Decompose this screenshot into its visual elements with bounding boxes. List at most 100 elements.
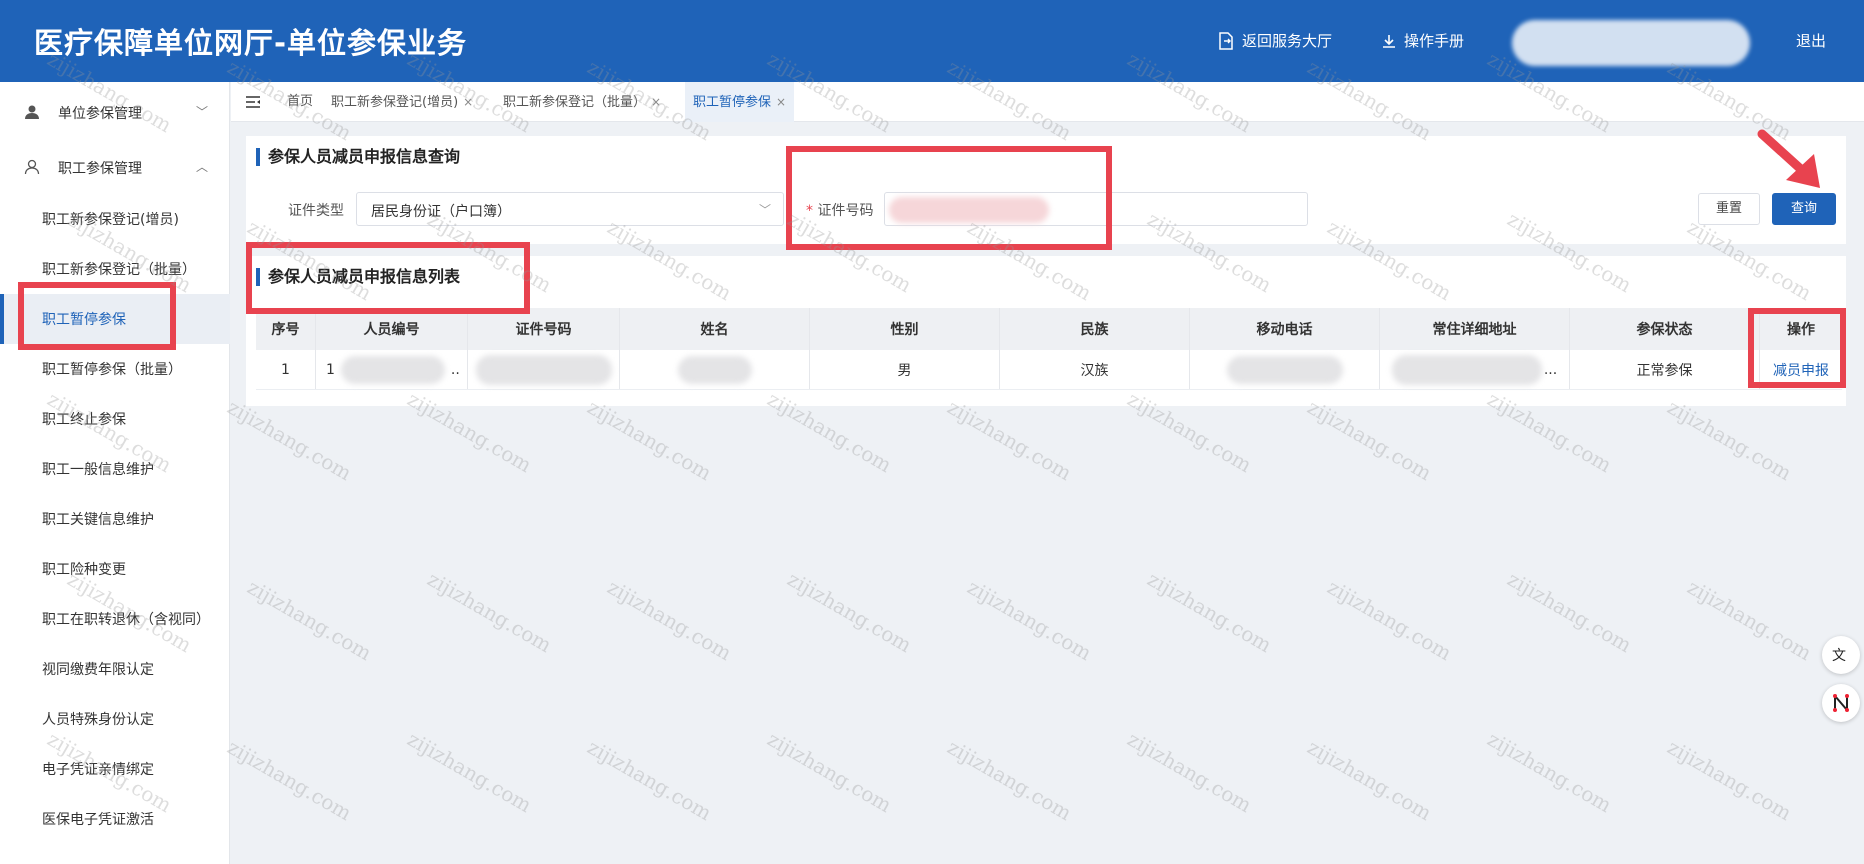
redacted-value: [1226, 355, 1343, 384]
watermark-text: zijizhang.com: [223, 734, 356, 826]
sidebar-item-retire[interactable]: 职工在职转退休（含视同）: [0, 594, 230, 644]
sidebar-item-ecert-activate[interactable]: 医保电子凭证激活: [0, 794, 230, 844]
id-type-label: 证件类型: [288, 203, 344, 219]
tab-new-enroll[interactable]: 职工新参保登记(增员) ×: [331, 82, 473, 122]
chevron-down-icon: ﹀: [196, 105, 209, 119]
id-type-value: 居民身份证（户口簿）: [371, 204, 511, 220]
tab-label: 首页: [287, 94, 314, 109]
col-header: 人员编号: [316, 308, 468, 350]
redacted-value: [1391, 354, 1542, 385]
gender-cell: 男: [810, 350, 1000, 389]
sidebar-item-special-identity[interactable]: 人员特殊身份认定: [0, 694, 230, 744]
redacted-value: [677, 355, 752, 384]
sidebar-group-label: 职工参保管理: [58, 161, 142, 177]
sidebar-item-label: 职工在职转退休（含视同）: [42, 612, 210, 628]
annotation-box-action: [1748, 308, 1846, 388]
redacted-value: [475, 354, 612, 385]
sidebar-item-label: 视同缴费年限认定: [42, 662, 154, 678]
row-index: 1: [256, 350, 316, 389]
address-suffix: ...: [1543, 361, 1558, 378]
search-button[interactable]: 查询: [1772, 193, 1836, 225]
address-cell: ...: [1380, 350, 1570, 389]
sidebar-item-label: 职工终止参保: [42, 412, 126, 428]
assistant-icon[interactable]: [1822, 684, 1860, 722]
col-header: 民族: [1000, 308, 1190, 350]
col-header: 参保状态: [1570, 308, 1760, 350]
ethnicity-cell: 汉族: [1000, 350, 1190, 389]
watermark-text: zijizhang.com: [1663, 734, 1796, 826]
tab-label: 职工新参保登记(增员): [331, 95, 459, 110]
table-header: 序号 人员编号 证件号码 姓名 性别 民族 移动电话 常住详细地址 参保状态 操…: [256, 308, 1842, 350]
sidebar-item-general-info[interactable]: 职工一般信息维护: [0, 444, 230, 494]
col-header: 序号: [256, 308, 316, 350]
sidebar-item-terminate[interactable]: 职工终止参保: [0, 394, 230, 444]
col-header: 姓名: [620, 308, 810, 350]
sidebar-group-unit[interactable]: 单位参保管理 ﹀: [0, 87, 230, 137]
watermark-text: zijizhang.com: [403, 726, 536, 818]
tab-home[interactable]: 首页: [287, 82, 313, 122]
close-icon[interactable]: ×: [776, 95, 786, 109]
id-number-cell: [468, 350, 620, 389]
watermark-text: zijizhang.com: [1123, 726, 1256, 818]
person-number-suffix: ..: [450, 361, 460, 378]
watermark-text: zijizhang.com: [243, 574, 376, 666]
watermark-text: zijizhang.com: [1663, 394, 1796, 486]
reset-button[interactable]: 重置: [1698, 193, 1760, 225]
watermark-text: zijizhang.com: [603, 574, 736, 666]
watermark-text: zijizhang.com: [763, 726, 896, 818]
chevron-up-icon: ︿: [196, 160, 209, 174]
annotation-box-sidebar: [18, 282, 176, 350]
watermark-text: zijizhang.com: [1303, 734, 1436, 826]
sidebar-item-contribution-years[interactable]: 视同缴费年限认定: [0, 644, 230, 694]
app-title: 医疗保障单位网厅-单位参保业务: [34, 26, 468, 60]
tab-label: 职工暂停参保: [693, 95, 772, 110]
query-title: 参保人员减员申报信息查询: [256, 148, 460, 166]
close-icon[interactable]: ×: [651, 95, 661, 109]
watermark-text: zijizhang.com: [1143, 566, 1276, 658]
sidebar-item-insurance-change[interactable]: 职工险种变更: [0, 544, 230, 594]
watermark-text: zijizhang.com: [1323, 574, 1456, 666]
sidebar-item-label: 电子凭证亲情绑定: [42, 762, 154, 778]
sidebar-item-family-binding[interactable]: 电子凭证亲情绑定: [0, 744, 230, 794]
sidebar-item-new-enroll[interactable]: 职工新参保登记(增员): [0, 194, 230, 244]
tab-new-enroll-batch[interactable]: 职工新参保登记（批量） ×: [503, 82, 661, 122]
watermark-text: zijizhang.com: [943, 394, 1076, 486]
back-to-hall-link[interactable]: 返回服务大厅: [1218, 30, 1332, 51]
watermark-text: zijizhang.com: [423, 566, 556, 658]
phone-cell: [1190, 350, 1380, 389]
sidebar-item-label: 医保电子凭证激活: [42, 812, 154, 828]
col-header: 移动电话: [1190, 308, 1380, 350]
exit-doc-icon: [1219, 31, 1233, 50]
sidebar-item-label: 人员特殊身份认定: [42, 712, 154, 728]
logout-link[interactable]: 退出: [1796, 30, 1826, 51]
top-header: 医疗保障单位网厅-单位参保业务 返回服务大厅 操作手册 退出: [0, 0, 1864, 82]
sidebar-group-employee[interactable]: 职工参保管理 ︿: [0, 142, 230, 192]
person-number-cell: 1 ..: [316, 350, 468, 389]
person-number-prefix: 1: [326, 361, 335, 378]
person-outline-icon: [24, 159, 40, 175]
sidebar-item-label: 职工险种变更: [42, 562, 126, 578]
sidebar-item-label: 职工新参保登记(增员): [42, 212, 179, 228]
menu-collapse-icon[interactable]: [245, 94, 261, 110]
translate-icon[interactable]: 文: [1822, 636, 1860, 674]
redacted-value: [340, 355, 445, 384]
watermark-text: zijizhang.com: [1303, 394, 1436, 486]
watermark-text: zijizhang.com: [1483, 726, 1616, 818]
sidebar-item-label: 职工关键信息维护: [42, 512, 154, 528]
sidebar: 单位参保管理 ﹀ 职工参保管理 ︿ 职工新参保登记(增员) 职工新参保登记（批量…: [0, 82, 230, 864]
tab-suspend[interactable]: 职工暂停参保 ×: [685, 82, 795, 122]
watermark-text: zijizhang.com: [1683, 574, 1816, 666]
close-icon[interactable]: ×: [463, 95, 473, 109]
sidebar-item-label: 职工一般信息维护: [42, 462, 154, 478]
sidebar-item-suspend-batch[interactable]: 职工暂停参保（批量）: [0, 344, 230, 394]
sidebar-item-key-info[interactable]: 职工关键信息维护: [0, 494, 230, 544]
manual-link[interactable]: 操作手册: [1382, 30, 1464, 51]
name-cell: [620, 350, 810, 389]
annotation-arrow-icon: [1757, 129, 1820, 188]
svg-text:文: 文: [1832, 648, 1846, 664]
status-cell: 正常参保: [1570, 350, 1760, 389]
watermark-text: zijizhang.com: [1503, 566, 1636, 658]
watermark-text: zijizhang.com: [963, 574, 1096, 666]
id-type-select[interactable]: 居民身份证（户口簿） ﹀: [356, 192, 784, 226]
annotation-box-id-number: [786, 146, 1112, 250]
